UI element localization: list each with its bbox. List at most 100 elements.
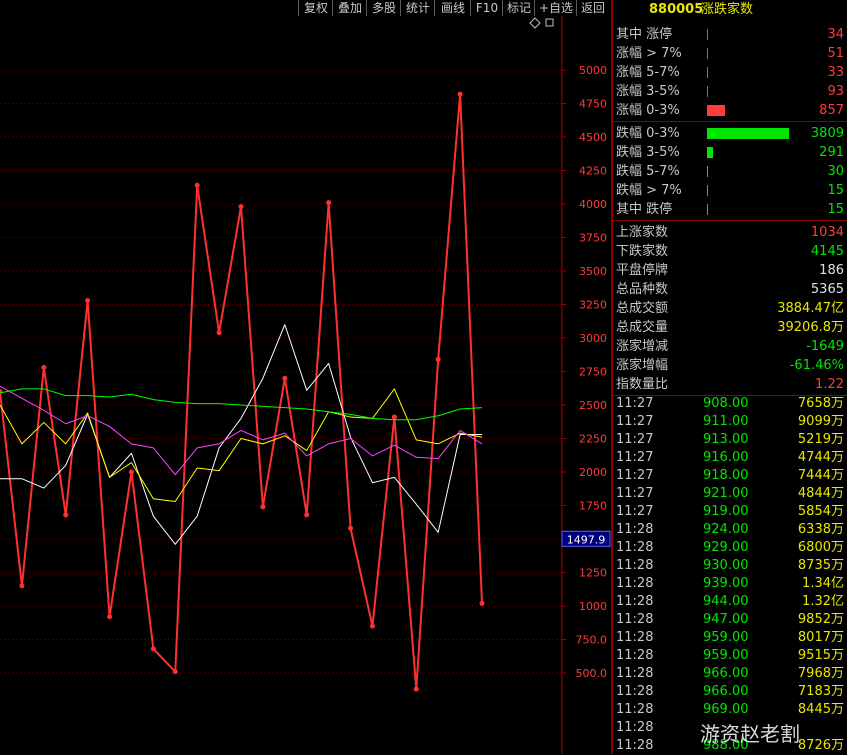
panel-separator bbox=[613, 220, 847, 221]
tick-time: 11:28 bbox=[616, 648, 654, 663]
tick-price: 916.00 bbox=[703, 450, 749, 465]
index-name: 涨跌家数 bbox=[701, 2, 754, 17]
tick-price: 924.00 bbox=[703, 522, 749, 537]
stat-row: 跌幅 > 7% 15 bbox=[613, 181, 847, 200]
tick-row: 11:28 969.00 8445万 bbox=[613, 701, 847, 719]
stat-value: 857 bbox=[819, 103, 844, 118]
tick-row: 11:28 929.00 6800万 bbox=[613, 539, 847, 557]
tick-volume: 4844万 bbox=[797, 486, 844, 501]
stat-value: 1034 bbox=[810, 225, 844, 240]
panel-separator bbox=[613, 121, 847, 122]
tick-volume: 7658万 bbox=[797, 396, 844, 411]
series-0-point-15 bbox=[326, 200, 332, 206]
panel-header: 880005 涨跌家数 bbox=[613, 0, 847, 20]
toolbar-button-8[interactable]: 返回 bbox=[576, 0, 609, 16]
stat-row: 平盘停牌 186 bbox=[613, 261, 847, 280]
chart-area: 5000 4750 4500 4250 4000 3750 3500 3250 3000 2750… bbox=[0, 16, 611, 754]
tick-time: 11:28 bbox=[616, 612, 654, 627]
stat-label: 总品种数 bbox=[616, 282, 669, 297]
stat-value: 3884.47亿 bbox=[777, 301, 844, 316]
series-0-point-6 bbox=[128, 469, 134, 475]
series-0-point-13 bbox=[282, 375, 288, 381]
y-tick-label-13: 1750 bbox=[579, 500, 607, 513]
stat-value: -61.46% bbox=[789, 358, 844, 373]
y-tick-label-15: 1250 bbox=[579, 567, 607, 580]
tick-row: 11:28 930.00 8735万 bbox=[613, 557, 847, 575]
index-code: 880005 bbox=[649, 2, 704, 17]
tick-time: 11:27 bbox=[616, 396, 654, 411]
stat-row: 总品种数 5365 bbox=[613, 280, 847, 299]
tick-row: 11:28 939.00 1.34亿 bbox=[613, 575, 847, 593]
tick-time: 11:28 bbox=[616, 666, 654, 681]
stat-row: 涨幅 3-5% 93 bbox=[613, 82, 847, 101]
series-0-point-2 bbox=[41, 364, 47, 370]
toolbar-button-1[interactable]: 叠加 bbox=[332, 0, 367, 16]
tick-row: 11:27 921.00 4844万 bbox=[613, 485, 847, 503]
tick-time: 11:28 bbox=[616, 720, 654, 735]
stat-bar bbox=[707, 166, 708, 177]
tick-price: 930.00 bbox=[703, 558, 749, 573]
tick-time: 11:27 bbox=[616, 450, 654, 465]
stat-row: 涨幅 5-7% 33 bbox=[613, 63, 847, 82]
stat-row: 总成交额 3884.47亿 bbox=[613, 299, 847, 318]
stat-value: 15 bbox=[827, 183, 844, 198]
stat-label: 平盘停牌 bbox=[616, 263, 669, 278]
series-0-point-9 bbox=[194, 182, 200, 188]
stat-label: 下跌家数 bbox=[616, 244, 669, 259]
tick-volume: 9852万 bbox=[797, 612, 844, 627]
tick-volume: 8726万 bbox=[797, 738, 844, 753]
tick-time: 11:28 bbox=[616, 738, 654, 753]
tick-price: 929.00 bbox=[703, 540, 749, 555]
stat-label: 指数量比 bbox=[616, 377, 669, 392]
toolbar-button-3[interactable]: 统计 bbox=[400, 0, 435, 16]
y-tick-label-0: 5000 bbox=[579, 64, 607, 77]
stat-row: 其中 跌停 15 bbox=[613, 200, 847, 219]
stat-row: 上涨家数 1034 bbox=[613, 223, 847, 242]
stats-panel: 880005 涨跌家数 其中 涨停 34 涨幅 > 7% 51 涨幅 5-7% 33 涨幅 … bbox=[613, 0, 847, 754]
tick-price: 911.00 bbox=[703, 414, 749, 429]
tick-row: 11:27 911.00 9099万 bbox=[613, 413, 847, 431]
toolbar-button-2[interactable]: 多股 bbox=[366, 0, 401, 16]
series-0-point-16 bbox=[348, 525, 354, 531]
series-line-4 bbox=[0, 388, 483, 421]
stat-row: 跌幅 0-3% 3809 bbox=[613, 124, 847, 143]
stat-label: 总成交额 bbox=[616, 301, 669, 316]
stat-row: 涨幅 > 7% 51 bbox=[613, 44, 847, 63]
toolbar-button-7[interactable]: +自选 bbox=[534, 0, 577, 16]
series-0-point-3 bbox=[63, 512, 69, 518]
series-0-point-14 bbox=[304, 512, 310, 518]
series-0-point-22 bbox=[479, 600, 485, 606]
stat-value: 93 bbox=[827, 84, 844, 99]
toolbar-button-6[interactable]: 标记 bbox=[502, 0, 535, 16]
tick-price: 908.00 bbox=[703, 396, 749, 411]
stat-bar bbox=[707, 204, 708, 215]
y-tick-label-10: 2500 bbox=[579, 399, 607, 412]
stat-label: 涨家增幅 bbox=[616, 358, 669, 373]
tick-price: 959.00 bbox=[703, 630, 749, 645]
stat-label: 上涨家数 bbox=[616, 225, 669, 240]
tick-volume: 9099万 bbox=[797, 414, 844, 429]
stat-label: 涨幅 0-3% bbox=[616, 103, 680, 118]
stat-value: 51 bbox=[827, 46, 844, 61]
toolbar-button-5[interactable]: F10 bbox=[470, 0, 503, 16]
tick-volume: 8017万 bbox=[797, 630, 844, 645]
series-0-point-8 bbox=[172, 669, 178, 675]
toolbar-button-4[interactable]: 画线 bbox=[434, 0, 471, 16]
tick-price: 947.00 bbox=[703, 612, 749, 627]
y-tick-label-1: 4750 bbox=[579, 98, 607, 111]
series-0-point-20 bbox=[435, 356, 441, 362]
tick-row: 11:27 913.00 5219万 bbox=[613, 431, 847, 449]
chart-toolbar: 复权 叠加 多股 统计 画线 F10 标记 +自选 返回 bbox=[0, 0, 612, 16]
tick-volume: 1.32亿 bbox=[802, 594, 844, 609]
toolbar-button-0[interactable]: 复权 bbox=[298, 0, 333, 16]
stat-value: -1649 bbox=[806, 339, 844, 354]
y-tick-label-5: 3750 bbox=[579, 232, 607, 245]
stat-bar bbox=[707, 105, 725, 116]
stat-value: 291 bbox=[819, 145, 844, 160]
tick-volume: 8445万 bbox=[797, 702, 844, 717]
stat-value: 34 bbox=[827, 27, 844, 42]
tick-volume: 1.34亿 bbox=[802, 576, 844, 591]
stat-row: 下跌家数 4145 bbox=[613, 242, 847, 261]
tick-time: 11:28 bbox=[616, 522, 654, 537]
stat-row: 跌幅 3-5% 291 bbox=[613, 143, 847, 162]
